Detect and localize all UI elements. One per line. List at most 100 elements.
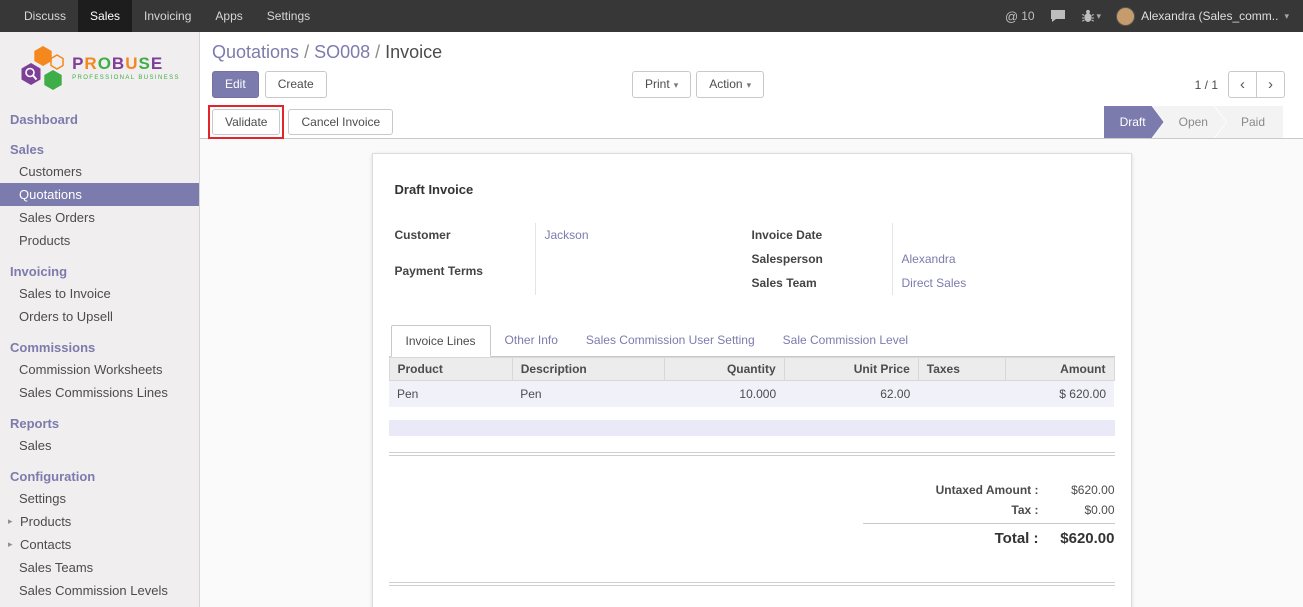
sidebar-heading-commissions[interactable]: Commissions [0,336,199,358]
sidebar-item-sales-commission-levels[interactable]: Sales Commission Levels [0,579,199,602]
sidebar-item-products[interactable]: Products [0,229,199,252]
tax-value: $0.00 [1039,503,1115,517]
sales-team-label: Sales Team [752,271,892,295]
menu-sales[interactable]: Sales [78,0,132,32]
field-group-left: Customer Jackson Payment Terms [395,223,752,295]
control-panel: Quotations/SO008/Invoice Edit Create Pri… [200,32,1303,106]
sidebar-item-reports-sales[interactable]: Sales [0,434,199,457]
sidebar-heading-invoicing[interactable]: Invoicing [0,260,199,282]
column-header-product[interactable]: Product [389,358,512,381]
cell-amount: $ 620.00 [1005,381,1114,408]
logo-letter: P [72,54,84,73]
status-step-draft[interactable]: Draft [1104,106,1164,138]
column-header-amount[interactable]: Amount [1005,358,1114,381]
column-header-quantity[interactable]: Quantity [665,358,785,381]
chevron-down-icon: ▾ [747,80,752,90]
status-step-open[interactable]: Open [1153,106,1226,138]
chevron-left-icon: ‹ [1240,76,1245,93]
sidebar-heading-reports[interactable]: Reports [0,412,199,434]
cancel-invoice-button[interactable]: Cancel Invoice [288,109,393,135]
tab-other-info[interactable]: Other Info [491,325,572,357]
create-button[interactable]: Create [265,71,327,97]
salesperson-value[interactable]: Alexandra [892,247,1109,271]
messages-button[interactable] [1050,9,1066,23]
sidebar-item-sales-commissions-lines[interactable]: Sales Commissions Lines [0,381,199,404]
sidebar-heading-dashboard[interactable]: Dashboard [0,108,199,130]
form-view-area: Draft Invoice Customer Jackson Payment T… [200,139,1303,607]
sidebar-item-config-products[interactable]: ▸ Products [0,510,199,533]
column-header-description[interactable]: Description [512,358,664,381]
user-name: Alexandra (Sales_comm.. [1141,9,1278,23]
breadcrumb-current: Invoice [385,42,442,62]
sidebar-heading-sales[interactable]: Sales [0,138,199,160]
tab-sale-commission-level[interactable]: Sale Commission Level [769,325,922,357]
breadcrumb: Quotations/SO008/Invoice [212,40,1285,64]
logo-letter: U [125,54,138,73]
sidebar-item-sales-to-invoice[interactable]: Sales to Invoice [0,282,199,305]
chevron-down-icon: ▾ [1284,11,1289,22]
pager: 1 / 1 ‹ › [1195,71,1285,98]
sidebar-item-customers[interactable]: Customers [0,160,199,183]
customer-value[interactable]: Jackson [535,223,752,259]
menu-settings[interactable]: Settings [255,0,322,32]
sidebar-item-commission-worksheets[interactable]: Commission Worksheets [0,358,199,381]
validate-button[interactable]: Validate [212,109,280,135]
chevron-down-icon: ▾ [674,80,679,90]
column-header-taxes[interactable]: Taxes [918,358,1005,381]
main: Quotations/SO008/Invoice Edit Create Pri… [200,32,1303,607]
layout: PROBUSE PROFESSIONAL BUSINESS Dashboard … [0,32,1303,607]
print-dropdown-button[interactable]: Print▾ [632,71,691,97]
invoice-title: Draft Invoice [395,182,1109,197]
menu-invoicing[interactable]: Invoicing [132,0,203,32]
mentions-button[interactable]: @ 10 [1005,9,1035,24]
breadcrumb-quotations[interactable]: Quotations [212,42,299,62]
cell-taxes [918,381,1005,408]
probuse-logo: PROBUSE PROFESSIONAL BUSINESS [0,32,199,108]
logo-text: PROBUSE PROFESSIONAL BUSINESS [72,55,180,81]
sidebar-item-sales-teams[interactable]: Sales Teams [0,556,199,579]
topbar-right: @ 10 ▾ Alexandra (Sales_comm.. ▾ [1005,0,1303,32]
user-menu[interactable]: Alexandra (Sales_comm.. ▾ [1116,7,1289,26]
pager-value: 1 / 1 [1195,78,1218,92]
untaxed-amount-label: Untaxed Amount : [936,483,1039,497]
status-pipeline: Draft Open Paid [1104,106,1283,138]
column-header-unit-price[interactable]: Unit Price [784,358,918,381]
pager-previous-button[interactable]: ‹ [1228,71,1257,98]
sidebar-item-label: Products [20,514,71,529]
screen: Discuss Sales Invoicing Apps Settings @ … [0,0,1303,607]
sales-team-value[interactable]: Direct Sales [892,271,1109,295]
sidebar-heading-configuration[interactable]: Configuration [0,465,199,487]
topbar-menus: Discuss Sales Invoicing Apps Settings [0,0,322,32]
pager-next-button[interactable]: › [1256,71,1285,98]
sidebar-item-config-contacts[interactable]: ▸ Contacts [0,533,199,556]
section-divider [389,452,1115,456]
avatar [1116,7,1135,26]
statusbar: Validate Cancel Invoice Draft Open Paid [200,106,1303,139]
sidebar-item-sales-orders[interactable]: Sales Orders [0,206,199,229]
breadcrumb-so008[interactable]: SO008 [314,42,370,62]
sidebar-item-config-settings[interactable]: Settings [0,487,199,510]
mention-count: 10 [1021,9,1034,23]
edit-button[interactable]: Edit [212,71,259,97]
total-label: Total : [995,530,1039,547]
menu-discuss[interactable]: Discuss [12,0,78,32]
logo-letter: R [84,54,97,73]
cell-unit-price: 62.00 [784,381,918,408]
action-dropdown-button[interactable]: Action▾ [696,71,764,97]
expand-icon: ▸ [8,539,16,550]
total-value: $620.00 [1039,530,1115,547]
sidebar: PROBUSE PROFESSIONAL BUSINESS Dashboard … [0,32,200,607]
tab-invoice-lines[interactable]: Invoice Lines [391,325,491,357]
sidebar-item-orders-to-upsell[interactable]: Orders to Upsell [0,305,199,328]
menu-apps[interactable]: Apps [203,0,254,32]
debug-menu-button[interactable]: ▾ [1081,9,1102,23]
invoice-line-row[interactable]: Pen Pen 10.000 62.00 $ 620.00 [389,381,1114,408]
chevron-down-icon: ▾ [1097,11,1102,22]
table-header-row: Product Description Quantity Unit Price … [389,358,1114,381]
tab-sales-commission-user-setting[interactable]: Sales Commission User Setting [572,325,769,357]
cell-quantity: 10.000 [665,381,785,408]
chat-bubble-icon [1050,9,1066,23]
sidebar-item-quotations[interactable]: Quotations [0,183,199,206]
notebook-tabs: Invoice Lines Other Info Sales Commissio… [389,325,1115,357]
invoice-lines-table: Product Description Quantity Unit Price … [389,357,1115,407]
